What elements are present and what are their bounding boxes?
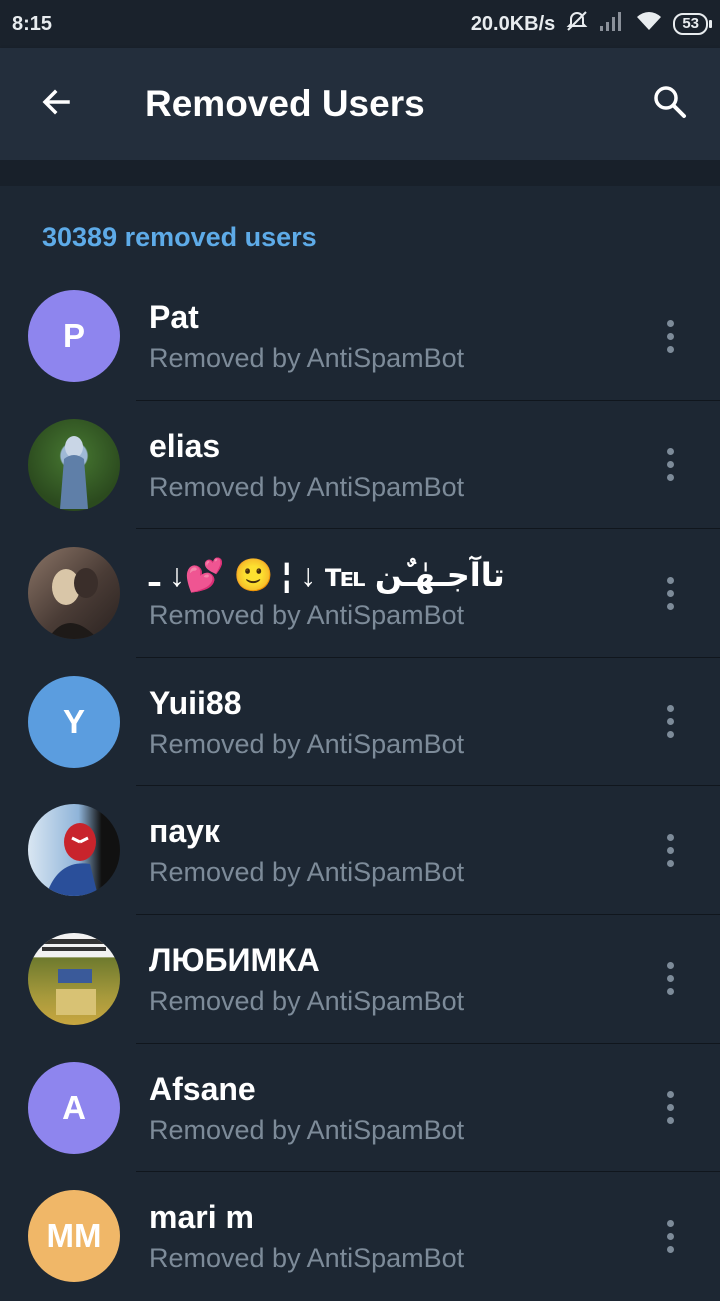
avatar-initials: A — [62, 1088, 86, 1126]
app-bar: Removed Users — [0, 48, 720, 160]
status-bar: 8:15 20.0KB/s 53 — [0, 0, 720, 48]
avatar-initials: MM — [46, 1217, 102, 1255]
more-vert-icon — [666, 962, 674, 970]
list-item[interactable]: паук Removed by AntiSpamBot — [0, 786, 720, 915]
meme-photo-icon — [36, 938, 112, 1015]
user-name: Afsane — [149, 1070, 256, 1107]
status-icons: 20.0KB/s 53 — [470, 9, 712, 39]
search-button[interactable] — [640, 74, 700, 134]
user-removed-by: Removed by AntiSpamBot — [149, 985, 465, 1016]
more-options-button[interactable] — [656, 1088, 684, 1128]
back-button[interactable] — [26, 74, 86, 134]
user-name: Yuii88 — [149, 684, 242, 721]
user-name: elias — [149, 427, 221, 464]
removed-count-header: 30389 removed users — [42, 222, 317, 252]
avatar — [28, 547, 120, 640]
list-item[interactable]: MM mari m Removed by AntiSpamBot — [0, 1172, 720, 1301]
avatar: A — [28, 1061, 120, 1154]
user-removed-by: Removed by AntiSpamBot — [149, 1114, 465, 1145]
more-options-button[interactable] — [656, 573, 684, 613]
list-item[interactable]: P Pat Removed by AntiSpamBot — [0, 272, 720, 401]
user-removed-by: Removed by AntiSpamBot — [149, 1243, 465, 1274]
user-removed-by: Removed by AntiSpamBot — [149, 600, 465, 631]
more-vert-icon — [666, 833, 674, 841]
avatar — [28, 418, 120, 511]
person-photo-icon — [60, 435, 88, 509]
list-item[interactable]: A Afsane Removed by AntiSpamBot — [0, 1044, 720, 1173]
avatar: P — [28, 290, 120, 382]
user-name: تاآجـهٰـٌن ℡ ↓ ¦ 🙂 💕↓ ـ — [149, 557, 505, 594]
more-vert-icon — [666, 1091, 674, 1099]
list-item[interactable]: ЛЮБИМКА Removed by AntiSpamBot — [0, 915, 720, 1044]
spiderman-photo-icon — [46, 823, 98, 897]
more-options-button[interactable] — [656, 316, 684, 356]
user-removed-by: Removed by AntiSpamBot — [149, 728, 465, 759]
more-vert-icon — [666, 576, 674, 584]
user-name: ЛЮБИМКА — [149, 941, 320, 978]
more-options-button[interactable] — [656, 959, 684, 999]
avatar — [28, 804, 120, 897]
more-vert-icon — [666, 448, 674, 456]
wifi-icon — [635, 10, 663, 38]
user-removed-by: Removed by AntiSpamBot — [149, 471, 465, 502]
more-options-button[interactable] — [656, 702, 684, 742]
more-options-button[interactable] — [656, 445, 684, 485]
network-speed: 20.0KB/s — [470, 12, 556, 35]
user-removed-by: Removed by AntiSpamBot — [149, 857, 465, 888]
avatar-initials: Y — [62, 702, 85, 740]
avatar: Y — [28, 675, 120, 768]
list-item[interactable]: elias Removed by AntiSpamBot — [0, 401, 720, 530]
user-name: паук — [149, 813, 220, 850]
more-vert-icon — [666, 1219, 674, 1227]
signal-icon — [599, 10, 625, 38]
user-name: Pat — [149, 299, 199, 335]
list-item[interactable]: تاآجـهٰـٌن ℡ ↓ ¦ 🙂 💕↓ ـ Removed by AntiS… — [0, 529, 720, 658]
avatar — [28, 932, 120, 1025]
more-vert-icon — [666, 319, 674, 327]
search-icon — [651, 83, 689, 126]
user-name: mari m — [149, 1199, 254, 1236]
list-item[interactable]: Y Yuii88 Removed by AntiSpamBot — [0, 658, 720, 787]
user-list: P Pat Removed by AntiSpamBot elias Remov… — [0, 272, 720, 1301]
more-options-button[interactable] — [656, 1216, 684, 1256]
battery-indicator: 53 — [673, 13, 712, 35]
avatar-initials: P — [62, 317, 85, 354]
more-options-button[interactable] — [656, 830, 684, 870]
avatar: MM — [28, 1190, 120, 1283]
user-removed-by: Removed by AntiSpamBot — [149, 343, 465, 373]
section-divider — [0, 160, 720, 186]
arrow-left-icon — [38, 84, 74, 125]
couple-photo-icon — [48, 568, 98, 640]
status-time: 8:15 — [12, 12, 53, 35]
page-title: Removed Users — [145, 83, 425, 124]
alarm-off-icon — [565, 9, 589, 39]
more-vert-icon — [666, 705, 674, 713]
